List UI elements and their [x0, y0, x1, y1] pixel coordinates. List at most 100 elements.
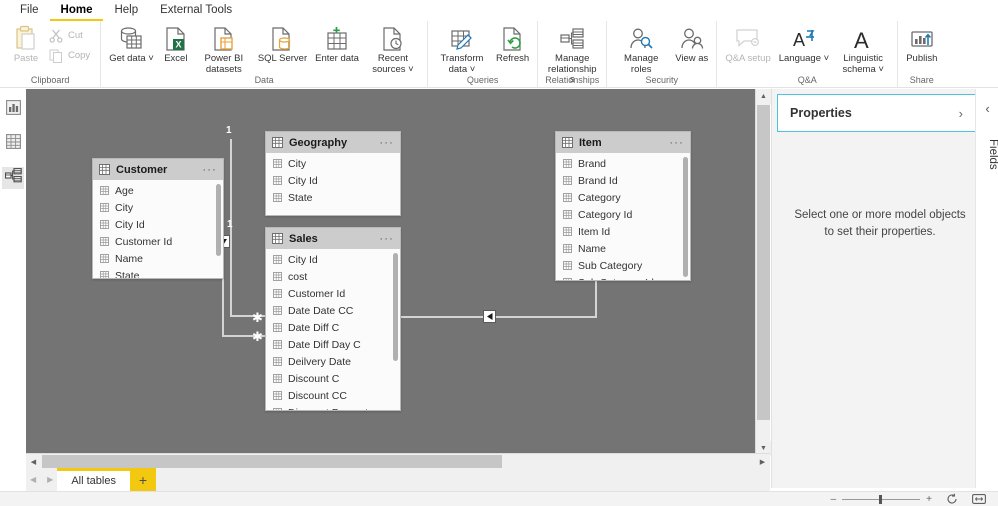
- manage-roles-button[interactable]: Manage roles: [611, 23, 671, 75]
- menu-item-help[interactable]: Help: [103, 0, 149, 21]
- entity-table-header-sales[interactable]: Sales ···: [266, 228, 400, 249]
- canvas-horizontal-scrollbar[interactable]: ◀ ▶: [26, 453, 770, 468]
- tab-prev-icon[interactable]: ◀: [30, 475, 36, 484]
- entity-table-menu-sales[interactable]: ···: [379, 233, 394, 245]
- field-row[interactable]: City: [93, 199, 223, 216]
- cut-button[interactable]: Cut: [44, 26, 94, 46]
- entity-table-menu-geography[interactable]: ···: [379, 137, 394, 149]
- canvas-vertical-scroll-thumb[interactable]: [757, 105, 770, 420]
- model-canvas[interactable]: 1 ✱ 1 ✱ ✱ 1: [26, 89, 766, 456]
- get-data-button[interactable]: Get data ˅: [105, 23, 158, 65]
- entity-table-geography[interactable]: Geography ··· City City Id State: [265, 131, 401, 216]
- field-icon: [563, 278, 572, 280]
- field-row[interactable]: Deilvery Date: [266, 353, 400, 370]
- menu-item-home[interactable]: Home: [49, 0, 104, 21]
- relationship-filter-arrow-sales-item[interactable]: [483, 310, 496, 323]
- language-label: Language ˅: [778, 53, 830, 64]
- field-label: Age: [115, 184, 134, 197]
- field-row[interactable]: Discount CC: [266, 387, 400, 404]
- field-row[interactable]: City Id: [93, 216, 223, 233]
- entity-table-sales[interactable]: Sales ··· City Id cost Customer Id Date …: [265, 227, 401, 411]
- add-diagram-button[interactable]: +: [129, 468, 156, 491]
- scroll-up-icon[interactable]: ▲: [756, 89, 771, 104]
- all-tables-tab[interactable]: All tables: [57, 468, 130, 491]
- field-label: Brand Id: [578, 174, 618, 187]
- entity-table-customer[interactable]: Customer ··· Age City City Id Customer I…: [92, 158, 224, 279]
- enter-data-button[interactable]: Enter data: [311, 23, 363, 65]
- view-as-button[interactable]: View as: [671, 23, 712, 65]
- field-row[interactable]: Discount Percent: [266, 404, 400, 410]
- field-row[interactable]: Sub Category: [556, 257, 690, 274]
- sql-server-button[interactable]: SQL Server: [254, 23, 311, 65]
- ribbon-group-security: Manage roles View as Security: [606, 21, 716, 88]
- entity-table-header-geography[interactable]: Geography ···: [266, 132, 400, 153]
- field-icon: [100, 254, 109, 263]
- linguistic-schema-button[interactable]: A Linguistic schema ˅: [833, 23, 893, 75]
- field-row[interactable]: Date Date CC: [266, 302, 400, 319]
- entity-table-header-customer[interactable]: Customer ···: [93, 159, 223, 180]
- excel-button[interactable]: X Excel: [158, 23, 194, 65]
- properties-panel-header[interactable]: Properties ›: [777, 94, 976, 132]
- field-label: Name: [578, 242, 607, 255]
- scroll-right-icon[interactable]: ▶: [755, 454, 770, 469]
- field-row[interactable]: State: [93, 267, 223, 278]
- zoom-out-button[interactable]: –: [831, 494, 837, 505]
- entity-table-scrollbar[interactable]: [683, 157, 688, 277]
- canvas-vertical-scrollbar[interactable]: ▲ ▼: [755, 89, 771, 456]
- zoom-slider-knob[interactable]: [879, 494, 883, 504]
- field-label: City Id: [288, 174, 318, 187]
- refresh-button[interactable]: Refresh: [492, 23, 533, 65]
- entity-table-header-item[interactable]: Item ···: [556, 132, 690, 153]
- scroll-left-icon[interactable]: ◀: [26, 454, 41, 469]
- field-row[interactable]: Name: [93, 250, 223, 267]
- model-view-button[interactable]: [2, 167, 24, 189]
- transform-data-button[interactable]: Transform data ˅: [432, 23, 492, 75]
- qa-setup-button[interactable]: Q&A setup: [721, 23, 774, 65]
- field-row[interactable]: Brand: [556, 155, 690, 172]
- tab-next-icon[interactable]: ▶: [47, 475, 53, 484]
- field-row[interactable]: Date Diff Day C: [266, 336, 400, 353]
- menu-item-external-tools[interactable]: External Tools: [149, 0, 243, 21]
- report-view-button[interactable]: [2, 99, 24, 121]
- field-row[interactable]: City Id: [266, 172, 400, 189]
- entity-table-scrollbar[interactable]: [393, 253, 398, 361]
- field-label: City Id: [288, 253, 318, 266]
- zoom-in-button[interactable]: +: [926, 494, 932, 505]
- table-icon: [272, 233, 283, 244]
- field-row[interactable]: Age: [93, 182, 223, 199]
- chevron-left-icon[interactable]: ‹: [976, 101, 998, 116]
- field-row[interactable]: Name: [556, 240, 690, 257]
- entity-table-name-item: Item: [579, 136, 602, 149]
- power-bi-datasets-button[interactable]: Power BI datasets: [194, 23, 254, 75]
- data-view-button[interactable]: [2, 133, 24, 155]
- fit-to-page-icon[interactable]: [972, 493, 986, 505]
- field-row[interactable]: Brand Id: [556, 172, 690, 189]
- field-row[interactable]: Customer Id: [93, 233, 223, 250]
- entity-table-item[interactable]: Item ··· Brand Brand Id Category Categor…: [555, 131, 691, 281]
- entity-table-menu-customer[interactable]: ···: [202, 164, 217, 176]
- entity-table-menu-item[interactable]: ···: [669, 137, 684, 149]
- entity-table-scrollbar[interactable]: [216, 184, 221, 256]
- field-row[interactable]: City: [266, 155, 400, 172]
- language-button[interactable]: A Language ˅: [775, 23, 833, 65]
- field-row[interactable]: Customer Id: [266, 285, 400, 302]
- field-row[interactable]: Date Diff C: [266, 319, 400, 336]
- canvas-horizontal-scroll-thumb[interactable]: [42, 455, 502, 468]
- recent-sources-button[interactable]: Recent sources ˅: [363, 23, 423, 75]
- copy-button[interactable]: Copy: [44, 46, 94, 66]
- field-row[interactable]: State: [266, 189, 400, 206]
- field-row[interactable]: City Id: [266, 251, 400, 268]
- publish-button[interactable]: Publish: [902, 23, 941, 65]
- field-row[interactable]: Discount C: [266, 370, 400, 387]
- chevron-right-icon[interactable]: ›: [959, 106, 963, 121]
- field-row[interactable]: cost: [266, 268, 400, 285]
- reset-zoom-icon[interactable]: [946, 493, 958, 505]
- fields-pane-label[interactable]: Fields: [976, 139, 998, 170]
- paste-button[interactable]: Paste: [8, 23, 44, 65]
- menu-item-file[interactable]: File: [9, 0, 50, 21]
- field-row[interactable]: Category Id: [556, 206, 690, 223]
- zoom-slider[interactable]: [842, 494, 921, 504]
- field-row[interactable]: Sub Category Id: [556, 274, 690, 280]
- field-row[interactable]: Category: [556, 189, 690, 206]
- field-row[interactable]: Item Id: [556, 223, 690, 240]
